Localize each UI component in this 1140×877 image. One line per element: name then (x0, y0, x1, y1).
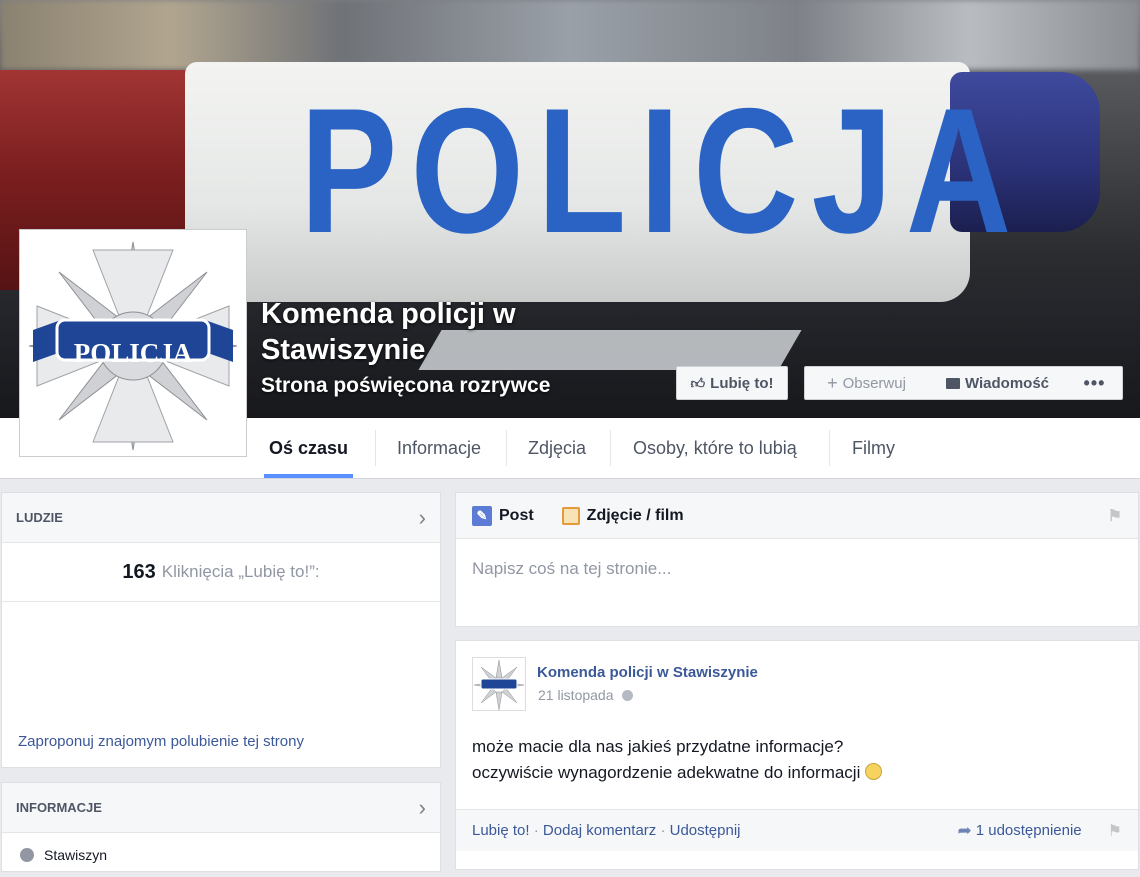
like-button-label: Lubię to! (710, 374, 774, 392)
composer-card: ✎ Post Zdjęcie / film ⚑ Napisz coś na te… (455, 492, 1139, 627)
lightbar-text: POLICJA (300, 71, 1025, 270)
share-count[interactable]: ➦ 1 udostępnienie (957, 821, 1081, 841)
thumbs-up-icon: 👍︎ (690, 374, 706, 391)
police-star-avatar (473, 659, 525, 711)
post-text-line-2: oczywiście wynagordzenie adekwatne do in… (472, 763, 861, 782)
tab-timeline[interactable]: Oś czasu (263, 418, 354, 478)
post-comment-link[interactable]: Dodaj komentarz (543, 822, 656, 839)
page-category[interactable]: Strona poświęcona rozrywce (261, 374, 550, 398)
post-author-name[interactable]: Komenda policji w Stawiszynie (537, 664, 758, 681)
likes-summary: 163 Kliknięcia „Lubię to!”: (2, 543, 440, 602)
more-button[interactable]: ••• (1067, 366, 1123, 400)
tab-photos[interactable]: Zdjęcia (528, 418, 586, 478)
tab-about[interactable]: Informacje (397, 418, 481, 478)
flag-icon[interactable]: ⚑ (1108, 821, 1122, 841)
invite-friends-link[interactable]: Zaproponuj znajomym polubienie tej stron… (18, 733, 304, 750)
photo-tab-label: Zdjęcie / film (586, 506, 684, 524)
info-location: Stawiszyn (2, 833, 440, 877)
like-button[interactable]: 👍︎ Lubię to! (676, 366, 788, 400)
tab-separator (506, 430, 507, 466)
info-header-label: INFORMACJE (16, 800, 102, 815)
message-button-label: Wiadomość (964, 374, 1050, 392)
chevron-right-icon: › (418, 504, 426, 530)
info-card-header[interactable]: INFORMACJE › (2, 783, 440, 833)
post-card: Komenda policji w Stawiszynie 21 listopa… (455, 640, 1139, 870)
post-share-link[interactable]: Udostępnij (670, 822, 741, 839)
follow-button-label: Obserwuj (842, 374, 906, 392)
post-like-link[interactable]: Lubię to! (472, 822, 530, 839)
page-title[interactable]: Komenda policji w Stawiszynie (261, 296, 621, 368)
likes-count: 163 (122, 560, 156, 583)
profile-picture[interactable]: POLICJA (19, 229, 247, 457)
share-count-label: 1 udostępnienie (975, 822, 1082, 839)
people-card-header[interactable]: LUDZIE › (2, 493, 440, 543)
post-text-line: może macie dla nas jakieś przydatne info… (472, 737, 844, 756)
tab-likes[interactable]: Osoby, które to lubią (633, 418, 797, 478)
post-tab-label: Post (499, 506, 534, 524)
post-actions-bar: Lubię to! · Dodaj komentarz · Udostępnij… (456, 809, 1138, 851)
follow-button[interactable]: + Obserwuj (804, 366, 929, 400)
photo-icon (561, 506, 580, 525)
globe-icon (621, 689, 633, 701)
post-meta: 21 listopada (538, 687, 633, 703)
post-text: może macie dla nas jakieś przydatne info… (472, 734, 883, 786)
composer-tabs: ✎ Post Zdjęcie / film ⚑ (456, 493, 1138, 539)
tab-separator (610, 430, 611, 466)
people-card: LUDZIE › 163 Kliknięcia „Lubię to!”: Zap… (1, 492, 441, 768)
flag-icon[interactable]: ⚑ (1108, 506, 1122, 526)
cover-background (0, 0, 1140, 70)
post-text-line: oczywiście wynagordzenie adekwatne do in… (472, 760, 883, 786)
people-header-label: LUDZIE (16, 510, 63, 525)
composer-post-tab[interactable]: ✎ Post (472, 505, 534, 526)
location-icon (20, 848, 34, 862)
dot-separator: · (529, 822, 543, 839)
share-arrow-icon: ➦ (957, 820, 972, 840)
message-icon (945, 377, 960, 389)
post-author-avatar[interactable] (472, 657, 526, 711)
tab-separator (829, 430, 830, 466)
likes-label: Kliknięcia „Lubię to!”: (161, 562, 320, 581)
badge-text: POLICJA (74, 338, 193, 368)
smile-emoji-icon (865, 763, 883, 780)
message-button[interactable]: Wiadomość (928, 366, 1068, 400)
plus-icon: + (827, 372, 838, 393)
post-date[interactable]: 21 listopada (538, 687, 614, 703)
chevron-right-icon: › (418, 794, 426, 820)
police-star-logo: POLICJA (24, 234, 242, 452)
tab-separator (375, 430, 376, 466)
tab-videos[interactable]: Filmy (852, 418, 895, 478)
pencil-icon: ✎ (472, 505, 492, 526)
more-icon: ••• (1083, 372, 1106, 393)
composer-photo-tab[interactable]: Zdjęcie / film (561, 506, 684, 525)
dot-separator: · (656, 822, 670, 839)
location-text: Stawiszyn (44, 847, 108, 863)
composer-input[interactable]: Napisz coś na tej stronie... (456, 539, 1138, 599)
